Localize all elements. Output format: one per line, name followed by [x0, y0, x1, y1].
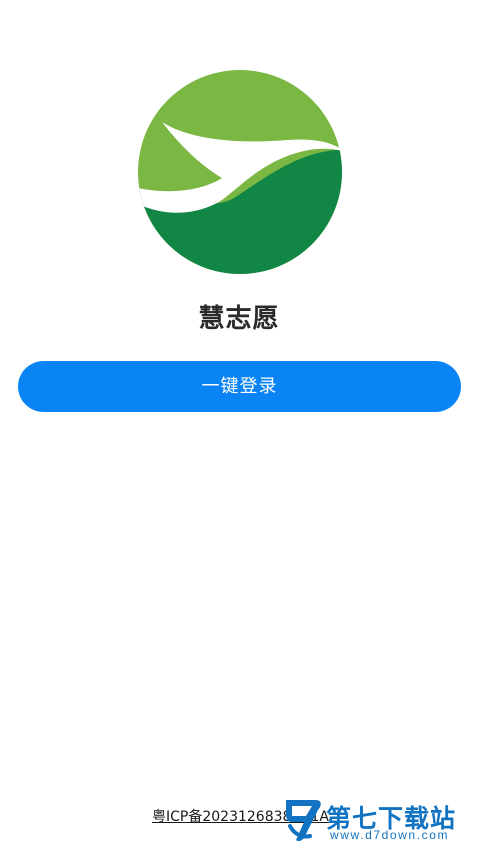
- d7-logo-icon: [286, 800, 321, 842]
- watermark-url: www.d7down.com: [330, 828, 450, 842]
- app-name: 慧志愿: [198, 304, 280, 334]
- app-logo: [138, 70, 342, 274]
- watermark: 第七下载站 www.d7down.com: [284, 798, 474, 844]
- one-click-login-button[interactable]: 一键登录: [18, 361, 461, 412]
